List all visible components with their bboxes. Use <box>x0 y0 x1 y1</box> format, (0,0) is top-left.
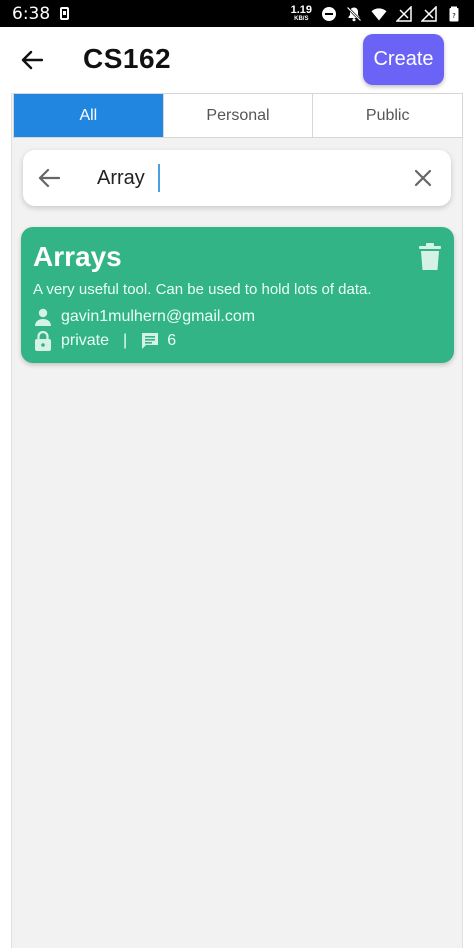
status-time: 6:38 <box>12 3 51 24</box>
close-icon <box>414 169 432 187</box>
comment-icon <box>141 332 159 350</box>
create-button[interactable]: Create <box>363 34 444 85</box>
search-bar <box>23 150 451 206</box>
sim-icon <box>60 7 70 20</box>
person-icon <box>33 307 53 327</box>
card-visibility: private <box>61 332 110 349</box>
dnd-icon <box>321 6 337 22</box>
card-comment-count: 6 <box>167 332 177 349</box>
card-title: Arrays <box>33 241 122 272</box>
net-speed-value: 1.19 <box>290 4 312 16</box>
svg-text:?: ? <box>452 12 456 20</box>
search-input[interactable] <box>97 164 397 192</box>
arrow-left-icon <box>38 168 60 188</box>
status-icons: 1.19 KB/S ? <box>291 5 462 22</box>
content-panel: All Personal Public Arrays A very useful… <box>11 93 463 948</box>
tab-public[interactable]: Public <box>313 94 462 137</box>
net-speed-unit: KB/S <box>294 16 309 22</box>
card-visibility-row: private | 6 <box>33 331 176 351</box>
filter-tabs: All Personal Public <box>13 93 463 138</box>
arrow-left-icon <box>21 50 43 70</box>
back-button[interactable] <box>16 44 48 76</box>
notifications-off-icon <box>346 6 362 22</box>
card-owner-row: gavin1mulhern@gmail.com <box>33 307 255 327</box>
lock-icon <box>33 331 53 351</box>
signal-icon <box>421 5 437 22</box>
net-speed: 1.19 KB/S <box>290 4 312 23</box>
app-header: CS162 Create <box>0 27 474 93</box>
result-card[interactable]: Arrays A very useful tool. Can be used t… <box>21 227 454 363</box>
status-bar: 6:38 1.19 KB/S ? <box>0 0 474 27</box>
card-description: A very useful tool. Can be used to hold … <box>33 281 372 298</box>
card-owner: gavin1mulhern@gmail.com <box>61 308 256 325</box>
trash-icon[interactable] <box>419 243 441 271</box>
signal-icon <box>396 5 412 22</box>
text-caret <box>158 164 160 192</box>
tab-personal[interactable]: Personal <box>164 94 314 137</box>
meta-separator: | <box>123 332 128 349</box>
wifi-icon <box>371 6 387 22</box>
page-title: CS162 <box>83 43 172 74</box>
battery-icon: ? <box>446 6 462 22</box>
clear-search-button[interactable] <box>407 162 439 194</box>
tab-all[interactable]: All <box>14 94 164 137</box>
search-back-button[interactable] <box>33 162 65 194</box>
